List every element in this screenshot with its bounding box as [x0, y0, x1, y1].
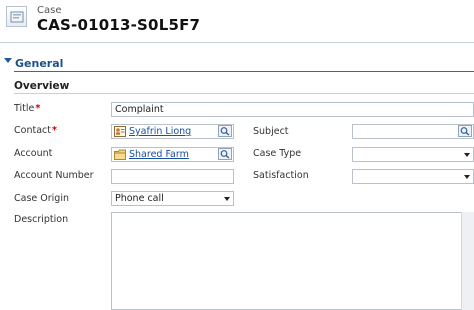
- lookup-search-icon[interactable]: [458, 125, 472, 137]
- case-type-select[interactable]: [352, 147, 474, 162]
- header-divider: [0, 42, 474, 43]
- account-lookup-field[interactable]: Shared Farm: [111, 147, 234, 162]
- account-folder-icon: [114, 149, 126, 160]
- case-origin-label: Case Origin: [14, 193, 69, 204]
- subsection-divider: [14, 93, 474, 94]
- section-title-general[interactable]: General: [15, 57, 63, 70]
- chevron-down-icon[interactable]: [224, 197, 230, 201]
- title-label: Title*: [14, 103, 40, 114]
- account-number-label: Account Number: [14, 170, 94, 181]
- case-origin-select[interactable]: Phone call: [111, 191, 234, 206]
- subject-label: Subject: [253, 126, 289, 137]
- subject-lookup-field[interactable]: [352, 124, 474, 139]
- record-id-title: CAS-01013-S0L5F7: [37, 16, 201, 34]
- contact-required-mark: *: [51, 125, 57, 136]
- account-number-field[interactable]: [111, 169, 234, 184]
- collapse-triangle-icon[interactable]: [4, 58, 12, 63]
- lookup-search-icon[interactable]: [218, 148, 232, 160]
- description-scrollbar[interactable]: [461, 212, 474, 310]
- contact-card-icon: [114, 126, 126, 137]
- title-field[interactable]: Complaint: [111, 102, 474, 117]
- chevron-down-icon[interactable]: [464, 175, 470, 179]
- lookup-search-icon[interactable]: [218, 125, 232, 137]
- description-label: Description: [14, 214, 69, 225]
- case-origin-value: Phone call: [115, 193, 164, 204]
- entity-type-label: Case: [37, 5, 62, 16]
- subsection-title-overview: Overview: [14, 80, 70, 92]
- description-textarea[interactable]: [111, 212, 474, 310]
- section-divider: [14, 71, 474, 72]
- case-type-label: Case Type: [253, 148, 302, 159]
- contact-link[interactable]: Syafrin Liong: [129, 126, 191, 137]
- title-value: Complaint: [115, 104, 164, 115]
- account-label: Account: [14, 148, 53, 159]
- contact-lookup-field[interactable]: Syafrin Liong: [111, 124, 234, 139]
- title-required-mark: *: [35, 103, 41, 114]
- account-link[interactable]: Shared Farm: [129, 149, 189, 160]
- title-label-text: Title: [14, 103, 35, 114]
- contact-label: Contact*: [14, 125, 57, 136]
- chevron-down-icon[interactable]: [464, 153, 470, 157]
- contact-label-text: Contact: [14, 125, 51, 136]
- satisfaction-label: Satisfaction: [253, 170, 309, 181]
- case-form-icon: [6, 6, 27, 27]
- satisfaction-select[interactable]: [352, 169, 474, 184]
